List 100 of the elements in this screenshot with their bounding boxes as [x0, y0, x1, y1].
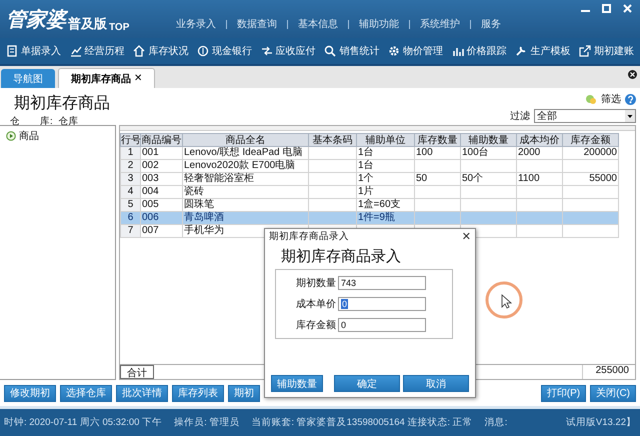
- logo: 管家婆: [6, 8, 66, 32]
- action-button[interactable]: 批次详情: [116, 384, 168, 402]
- toolbar-button[interactable]: 销售统计: [339, 44, 380, 58]
- column-header[interactable]: 库存数量: [414, 134, 460, 146]
- tab[interactable]: 导航图: [1, 69, 55, 88]
- column-header[interactable]: 库存金额: [562, 134, 618, 146]
- export-icon: [578, 45, 591, 57]
- clock-text: 时钟: 2020-07-11 周六 05:32:00 下午: [4, 416, 162, 429]
- dialog-button[interactable]: 辅助数量: [271, 375, 323, 392]
- toolbar-button[interactable]: 生产模板: [530, 44, 570, 58]
- column-header[interactable]: 基本条码: [308, 134, 356, 146]
- toolbar-button[interactable]: 经营历程: [84, 44, 125, 58]
- column-header[interactable]: 成本均价: [516, 134, 562, 146]
- document-icon: [6, 45, 18, 57]
- maximize-icon[interactable]: [602, 4, 611, 13]
- close-icon[interactable]: ✕: [462, 230, 471, 243]
- page-title: 期初库存商品: [14, 94, 110, 114]
- table-cell: 100: [414, 146, 460, 160]
- dialog-button[interactable]: 确定: [334, 375, 400, 392]
- action-button[interactable]: 库存列表: [172, 384, 224, 402]
- table-cell: 1个: [356, 172, 414, 186]
- menu-item[interactable]: 数据查询: [237, 17, 277, 31]
- menu-item[interactable]: 业务录入: [176, 17, 216, 31]
- table-cell: 6: [120, 212, 140, 224]
- column-header[interactable]: 辅助单位: [356, 134, 414, 146]
- dialog-button[interactable]: 取消: [403, 375, 469, 392]
- menu-item[interactable]: 基本信息: [298, 17, 338, 31]
- action-button[interactable]: 选择仓库: [60, 384, 112, 402]
- edition-suffix: TOP: [109, 22, 130, 32]
- field-label: 成本单价: [296, 298, 336, 311]
- table-cell: 50: [414, 172, 460, 186]
- table-cell: 3: [120, 172, 140, 186]
- table-cell: 1100: [516, 172, 562, 186]
- table-cell: 004: [140, 186, 182, 198]
- table-cell: 7: [120, 224, 140, 238]
- table-cell: 003: [140, 172, 182, 186]
- table-cell: 5: [120, 198, 140, 212]
- toolbar-button[interactable]: 库存状况: [148, 44, 188, 58]
- node-icon[interactable]: [6, 131, 16, 141]
- toolbar-button[interactable]: 价格跟踪: [466, 44, 507, 58]
- input-field[interactable]: 743: [338, 276, 426, 290]
- table-cell: 轻奢智能浴室柜: [182, 172, 308, 186]
- table-cell: 1件=9瓶: [356, 212, 414, 224]
- table-cell: 4: [120, 186, 140, 198]
- toolbar-button[interactable]: 单据录入: [21, 44, 61, 58]
- tree-item[interactable]: 商品: [19, 129, 39, 143]
- toolbar-button[interactable]: 期初建账: [594, 44, 634, 58]
- table-cell: 瓷砖: [182, 186, 308, 198]
- field-label: 期初数量: [296, 276, 336, 290]
- message-text: 消息:: [484, 416, 508, 429]
- close-icon[interactable]: ✕: [134, 73, 142, 84]
- gear-icon: [388, 45, 400, 57]
- action-button[interactable]: 修改期初: [4, 384, 56, 402]
- action-button[interactable]: 打印(P): [540, 384, 586, 402]
- table-cell: 002: [140, 160, 182, 172]
- table-cell: 50个: [460, 172, 516, 186]
- dialog-heading: 期初库存商品录入: [281, 247, 402, 266]
- caret-icon: [625, 110, 635, 122]
- total-value: 255000: [582, 365, 632, 379]
- toolbar-button[interactable]: 现金银行: [212, 44, 252, 58]
- click-highlight: [484, 280, 524, 320]
- table-cell: 1: [120, 146, 140, 160]
- column-header[interactable]: 商品编号: [140, 134, 182, 146]
- version-text: 试用版V13.22】: [566, 416, 636, 429]
- coin-icon: [196, 45, 209, 57]
- house-icon: [133, 45, 146, 57]
- close-icon[interactable]: [623, 4, 632, 13]
- field-label: 库存金额: [296, 318, 336, 332]
- action-button[interactable]: 期初: [228, 384, 260, 402]
- table-cell: 100台: [460, 146, 516, 160]
- table-cell: 200000: [562, 146, 618, 160]
- chart-icon: [70, 45, 82, 57]
- table-cell: 1台: [356, 160, 414, 172]
- filter-label: 过滤: [510, 110, 530, 123]
- help-icon[interactable]: [625, 94, 636, 104]
- filter-link[interactable]: 筛选: [601, 92, 621, 106]
- search-icon: [324, 45, 336, 57]
- column-header[interactable]: 辅助数量: [460, 134, 516, 146]
- action-button[interactable]: 关闭(C): [590, 384, 636, 402]
- menu-item[interactable]: 系统维护: [420, 17, 460, 31]
- column-header[interactable]: 行号: [120, 134, 140, 146]
- toolbar-button[interactable]: 物价管理: [402, 44, 443, 58]
- menu-item[interactable]: 服务: [481, 17, 501, 31]
- warehouse-label: 仓 库:: [10, 115, 53, 128]
- wrench-icon: [515, 45, 528, 57]
- operator-text: 操作员: 管理员: [174, 416, 240, 429]
- table-cell: Lenovo/联想 IdeaPad 电脑: [182, 146, 308, 160]
- table-cell: 2: [120, 160, 140, 172]
- column-header[interactable]: 商品全名: [182, 134, 308, 146]
- toolbar-button[interactable]: 应收应付: [276, 44, 316, 58]
- menu-item[interactable]: 辅助功能: [359, 17, 399, 31]
- table-cell: 001: [140, 146, 182, 160]
- input-field[interactable]: 0: [338, 297, 426, 311]
- warehouse-value: 仓库: [58, 115, 79, 128]
- filter-dropdown[interactable]: 全部: [534, 109, 636, 123]
- close-all-icon[interactable]: [628, 70, 637, 79]
- table-cell: Lenovo2020款 E700电脑: [182, 160, 308, 172]
- table-cell: 006: [140, 212, 182, 224]
- tab[interactable]: 期初库存商品 ✕: [58, 68, 156, 88]
- input-field[interactable]: 0: [338, 318, 426, 332]
